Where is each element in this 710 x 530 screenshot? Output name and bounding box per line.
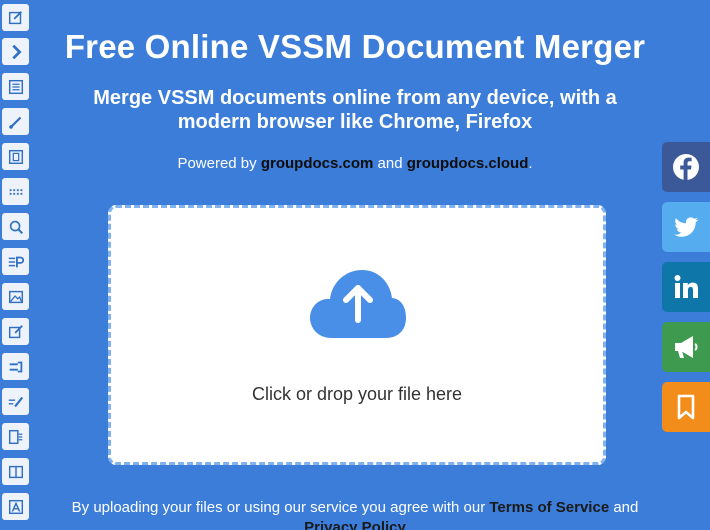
groupdocs-com-link[interactable]: groupdocs.com [261, 155, 374, 172]
edit-icon[interactable] [2, 4, 29, 31]
powered-middle: and [373, 155, 407, 172]
powered-prefix: Powered by [177, 155, 261, 172]
cloud-upload-icon [310, 270, 406, 338]
list-icon[interactable] [2, 73, 29, 100]
pen-lines-icon[interactable] [2, 388, 29, 415]
megaphone-icon [675, 336, 698, 358]
merge-icon[interactable] [2, 353, 29, 380]
bookmark-share-button[interactable] [662, 382, 710, 432]
page-subtitle: Merge VSSM documents online from any dev… [93, 87, 617, 133]
facebook-icon [673, 154, 699, 180]
text-p-icon[interactable] [2, 248, 29, 275]
privacy-policy-link[interactable]: Privacy Policy [0, 518, 710, 530]
split-icon[interactable] [2, 423, 29, 450]
left-toolbar [0, 0, 32, 530]
page-title: Free Online VSSM Document Merger [64, 28, 646, 65]
groupdocs-cloud-link[interactable]: groupdocs.cloud [407, 155, 529, 172]
dots-icon[interactable] [2, 178, 29, 205]
linkedin-icon [674, 275, 698, 298]
facebook-share-button[interactable] [662, 142, 710, 192]
compare-icon[interactable] [2, 458, 29, 485]
bookmark-icon [677, 394, 695, 420]
twitter-icon [674, 217, 699, 237]
footer-middle: and [609, 499, 639, 516]
edit-doc-icon[interactable] [2, 318, 29, 345]
page: Free Online VSSM Document Merger Merge V… [0, 0, 710, 530]
terms-of-service-link[interactable]: Terms of Service [489, 499, 609, 516]
linkedin-share-button[interactable] [662, 262, 710, 312]
file-drop-zone[interactable]: Click or drop your file here [108, 205, 606, 465]
search-doc-icon[interactable] [2, 213, 29, 240]
image-icon[interactable] [2, 283, 29, 310]
footer-agreement: By uploading your files or using our ser… [0, 498, 710, 530]
twitter-share-button[interactable] [662, 202, 710, 252]
powered-suffix: . [528, 155, 533, 172]
drop-instructions: Click or drop your file here [251, 384, 463, 404]
brush-icon[interactable] [2, 108, 29, 135]
powered-by: Powered by groupdocs.com and groupdocs.c… [0, 155, 710, 172]
footer-prefix: By uploading your files or using our ser… [71, 499, 490, 516]
megaphone-share-button[interactable] [662, 322, 710, 372]
